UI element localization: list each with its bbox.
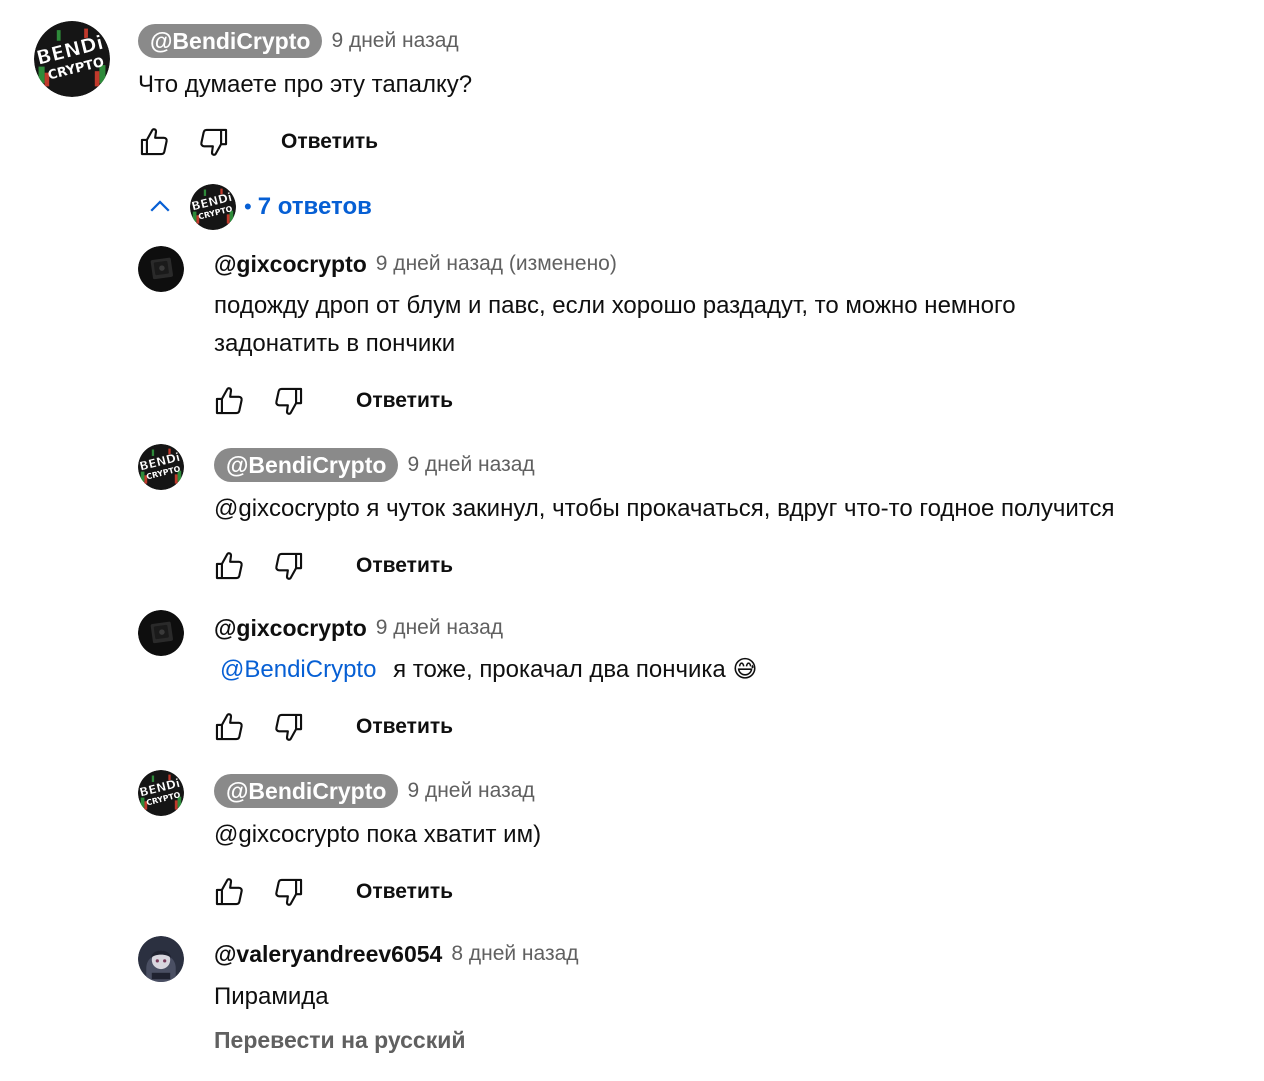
reply-button[interactable]: Ответить <box>281 130 378 154</box>
comment-text: Пирамида <box>214 983 329 1010</box>
gixcocrypto-avatar-icon <box>138 246 184 292</box>
like-button[interactable] <box>211 548 247 584</box>
comment-text: подожду дроп от блум и павс, если хорошо… <box>214 292 1016 357</box>
emoji: 😅 <box>732 656 758 683</box>
comment-text: @gixcocrypto я чуток закинул, чтобы прок… <box>214 495 1115 522</box>
thumbs-down-icon <box>272 875 306 909</box>
like-button[interactable] <box>211 709 247 745</box>
gixcocrypto-avatar-icon <box>138 610 184 656</box>
comment-time[interactable]: 9 дней назад <box>407 779 534 803</box>
comment-time[interactable]: 9 дней назад <box>331 29 458 53</box>
comment-header: @BendiCrypto 9 дней назад <box>214 773 535 809</box>
valeryandreev-avatar-icon <box>138 936 184 982</box>
replies-toggle[interactable]: • 7 ответов <box>145 185 372 229</box>
reply-button[interactable]: Ответить <box>356 880 453 904</box>
comment-header: @BendiCrypto 9 дней назад <box>138 23 459 59</box>
mention-link[interactable]: @BendiCrypto <box>220 656 376 683</box>
avatar[interactable] <box>138 246 184 292</box>
comment-text: @BendiCrypto я тоже, прокачал два пончик… <box>214 651 757 689</box>
thumbs-up-icon <box>212 384 246 418</box>
comment-text: @gixcocrypto пока хватит им) <box>214 821 542 848</box>
chevron-up-icon <box>150 200 170 212</box>
comment-time[interactable]: 9 дней назад <box>407 453 534 477</box>
comment-time[interactable]: 8 дней назад <box>451 942 578 966</box>
thumbs-down-icon <box>272 710 306 744</box>
author-chip[interactable]: @BendiCrypto <box>214 774 399 808</box>
bendi-crypto-avatar-icon <box>138 770 184 816</box>
thumbs-up-icon <box>137 125 171 159</box>
avatar[interactable] <box>138 770 184 816</box>
author-name[interactable]: @gixcocrypto <box>214 251 367 278</box>
comment-body: я тоже, прокачал два пончика <box>393 656 726 683</box>
author-chip[interactable]: @BendiCrypto <box>214 448 399 482</box>
replies-author-avatar <box>190 184 236 230</box>
comment-header: @BendiCrypto 9 дней назад <box>214 447 535 483</box>
comment-actions: Ответить <box>211 707 453 747</box>
dislike-button[interactable] <box>271 709 307 745</box>
replies-count-label[interactable]: 7 ответов <box>258 193 372 221</box>
comment-actions: Ответить <box>211 872 453 912</box>
reply-button[interactable]: Ответить <box>356 554 453 578</box>
translate-link[interactable]: Перевести на русский <box>214 1027 465 1054</box>
author-name[interactable]: @gixcocrypto <box>214 615 367 642</box>
comment-actions: Ответить <box>211 381 453 421</box>
author-name[interactable]: @valeryandreev6054 <box>214 941 442 968</box>
bendi-crypto-avatar-icon <box>190 184 236 230</box>
like-button[interactable] <box>211 874 247 910</box>
thumbs-down-icon <box>272 549 306 583</box>
bendi-crypto-avatar-icon <box>138 444 184 490</box>
separator-dot: • <box>244 194 252 219</box>
bendi-crypto-avatar-icon <box>34 21 110 97</box>
reply-button[interactable]: Ответить <box>356 715 453 739</box>
thumbs-up-icon <box>212 875 246 909</box>
dislike-button[interactable] <box>271 548 307 584</box>
comment-header: @valeryandreev6054 8 дней назад <box>214 936 579 972</box>
like-button[interactable] <box>136 124 172 160</box>
dislike-button[interactable] <box>271 874 307 910</box>
thumbs-up-icon <box>212 549 246 583</box>
dislike-button[interactable] <box>196 124 232 160</box>
comment-actions: Ответить <box>211 546 453 586</box>
thumbs-down-icon <box>197 125 231 159</box>
comment-text: Что думаете про эту тапалку? <box>138 71 473 98</box>
avatar[interactable] <box>138 444 184 490</box>
comment-header: @gixcocrypto 9 дней назад <box>214 610 503 646</box>
thumbs-up-icon <box>212 710 246 744</box>
avatar[interactable] <box>138 936 184 982</box>
dislike-button[interactable] <box>271 383 307 419</box>
avatar[interactable] <box>138 610 184 656</box>
like-button[interactable] <box>211 383 247 419</box>
avatar[interactable] <box>34 21 110 97</box>
comment-header: @gixcocrypto 9 дней назад (изменено) <box>214 246 617 282</box>
comment-actions: Ответить <box>136 122 378 162</box>
comment-time[interactable]: 9 дней назад (изменено) <box>376 252 617 276</box>
author-chip[interactable]: @BendiCrypto <box>138 24 323 58</box>
thumbs-down-icon <box>272 384 306 418</box>
reply-button[interactable]: Ответить <box>356 389 453 413</box>
comment-time[interactable]: 9 дней назад <box>376 616 503 640</box>
